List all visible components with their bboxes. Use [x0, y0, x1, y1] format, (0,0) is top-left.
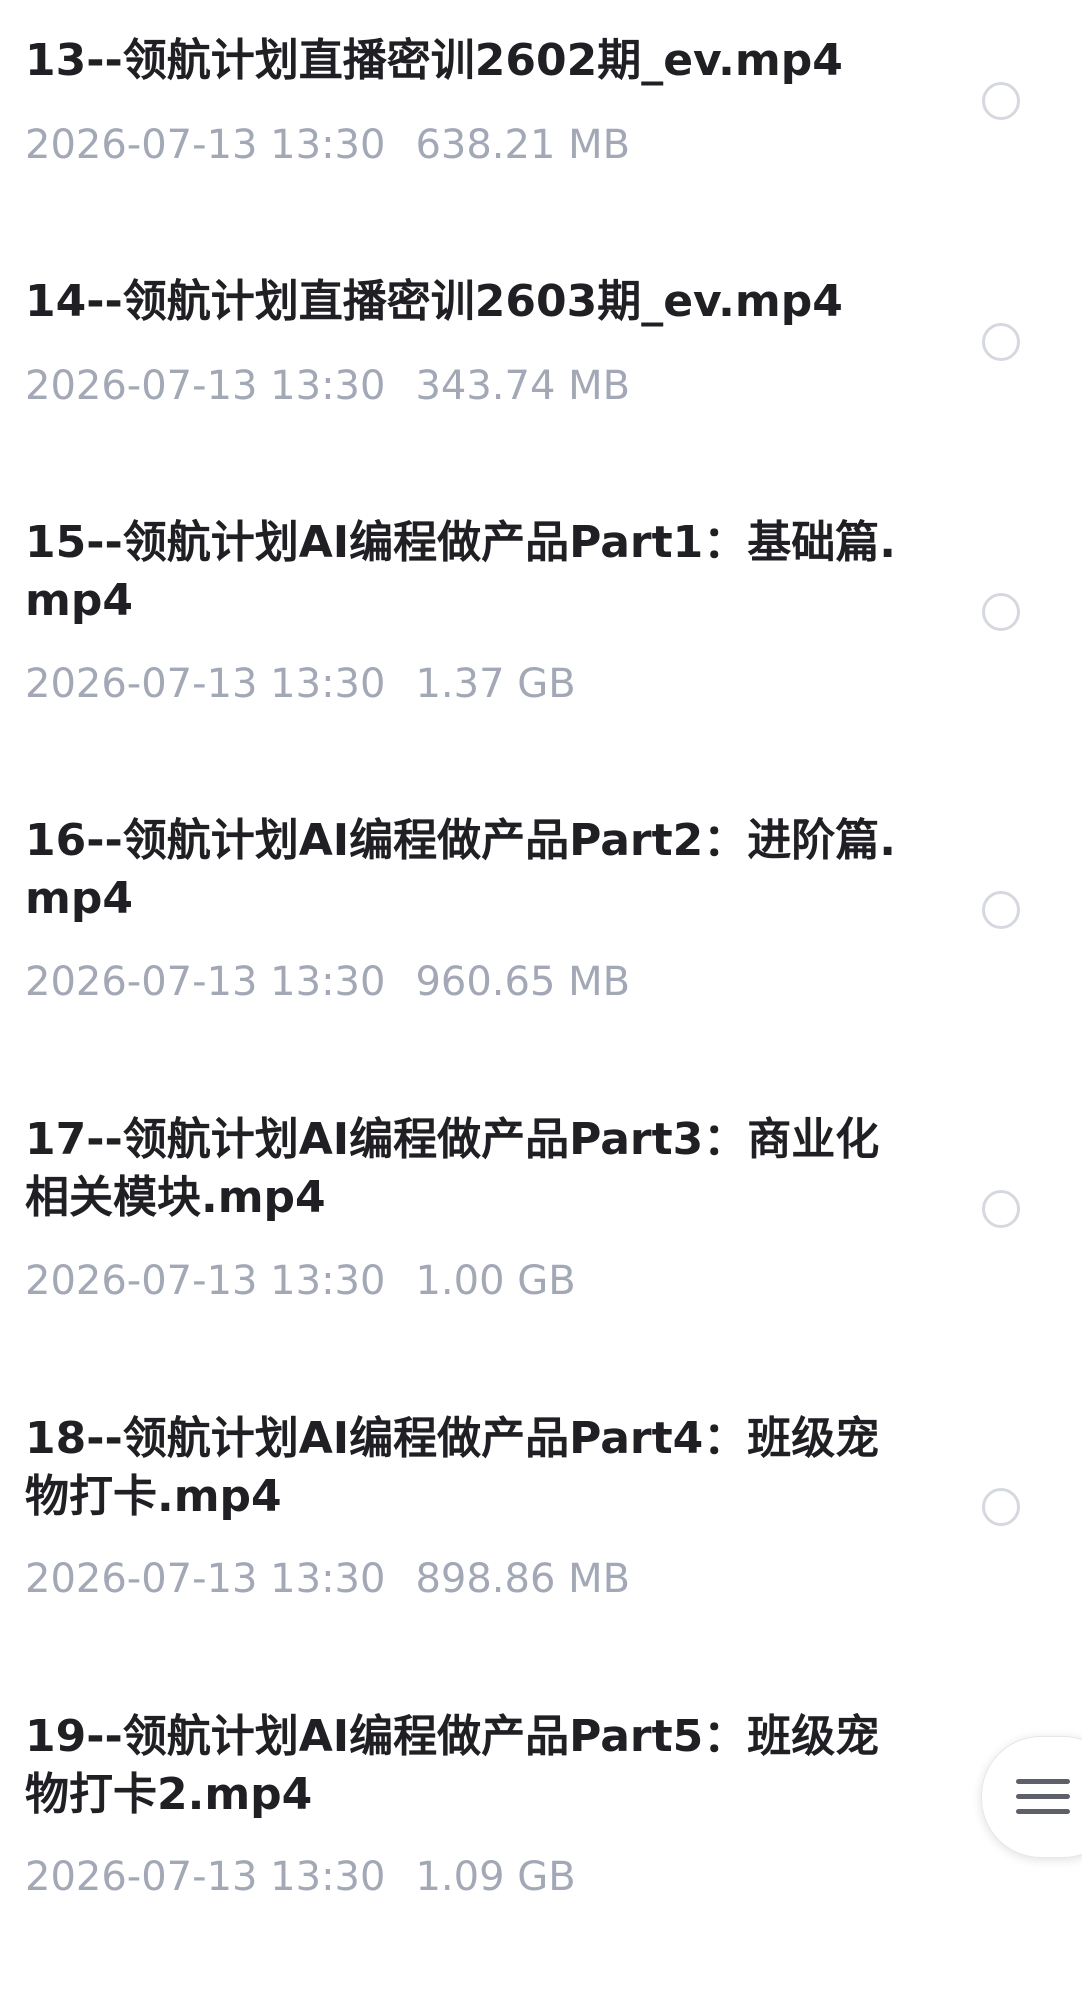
file-meta: 2026-07-13 13:30 1.00 GB [25, 1256, 576, 1306]
file-date: 2026-07-13 13:30 [25, 1556, 386, 1602]
file-meta: 2026-07-13 13:30 898.86 MB [25, 1554, 630, 1604]
file-size: 638.21 MB [415, 122, 631, 168]
radio-circle-icon[interactable] [982, 82, 1020, 120]
file-meta: 2026-07-13 13:30 1.09 GB [25, 1852, 576, 1902]
file-date: 2026-07-13 13:30 [25, 122, 386, 168]
radio-circle-icon[interactable] [982, 1190, 1020, 1228]
file-size: 898.86 MB [415, 1556, 631, 1602]
file-date: 2026-07-13 13:30 [25, 363, 386, 409]
file-meta: 2026-07-13 13:30 638.21 MB [25, 120, 630, 170]
file-list-item[interactable]: 16--领航计划AI编程做产品Part2：进阶篇.mp4 2026-07-13 … [0, 780, 1082, 1078]
file-size: 1.09 GB [415, 1854, 576, 1900]
file-list-item[interactable]: 18--领航计划AI编程做产品Part4：班级宠物打卡.mp4 2026-07-… [0, 1376, 1082, 1674]
radio-circle-icon[interactable] [982, 1488, 1020, 1526]
file-name: 14--领航计划直播密训2603期_ev.mp4 [25, 276, 843, 327]
file-date: 2026-07-13 13:30 [25, 959, 386, 1005]
file-name: 13--领航计划直播密训2602期_ev.mp4 [25, 35, 843, 86]
file-date: 2026-07-13 13:30 [25, 1258, 386, 1304]
file-name: 19--领航计划AI编程做产品Part5：班级宠物打卡2.mp4 [25, 1711, 880, 1820]
file-list-item[interactable]: 17--领航计划AI编程做产品Part3：商业化相关模块.mp4 2026-07… [0, 1078, 1082, 1376]
file-date: 2026-07-13 13:30 [25, 1854, 386, 1900]
radio-circle-icon[interactable] [982, 891, 1020, 929]
file-meta: 2026-07-13 13:30 343.74 MB [25, 361, 630, 411]
file-size: 1.37 GB [415, 661, 576, 707]
file-list-item[interactable]: 19--领航计划AI编程做产品Part5：班级宠物打卡2.mp4 2026-07… [0, 1674, 1082, 1972]
file-size: 1.00 GB [415, 1258, 576, 1304]
file-list-item[interactable]: 14--领航计划直播密训2603期_ev.mp4 2026-07-13 13:3… [0, 240, 1082, 482]
file-name: 18--领航计划AI编程做产品Part4：班级宠物打卡.mp4 [25, 1413, 880, 1522]
file-meta: 2026-07-13 13:30 1.37 GB [25, 659, 576, 709]
menu-icon [1016, 1779, 1070, 1815]
file-size: 960.65 MB [415, 959, 631, 1005]
file-name: 17--领航计划AI编程做产品Part3：商业化相关模块.mp4 [25, 1114, 880, 1223]
radio-circle-icon[interactable] [982, 593, 1020, 631]
file-name: 15--领航计划AI编程做产品Part1：基础篇.mp4 [25, 517, 896, 626]
file-name: 16--领航计划AI编程做产品Part2：进阶篇.mp4 [25, 815, 896, 924]
file-date: 2026-07-13 13:30 [25, 661, 386, 707]
file-list-item[interactable]: 13--领航计划直播密训2602期_ev.mp4 2026-07-13 13:3… [0, 0, 1082, 240]
file-list: 13--领航计划直播密训2602期_ev.mp4 2026-07-13 13:3… [0, 0, 1082, 1999]
file-size: 343.74 MB [415, 363, 631, 409]
radio-circle-icon[interactable] [982, 323, 1020, 361]
file-list-item[interactable]: 15--领航计划AI编程做产品Part1：基础篇.mp4 2026-07-13 … [0, 482, 1082, 780]
file-meta: 2026-07-13 13:30 960.65 MB [25, 957, 630, 1007]
